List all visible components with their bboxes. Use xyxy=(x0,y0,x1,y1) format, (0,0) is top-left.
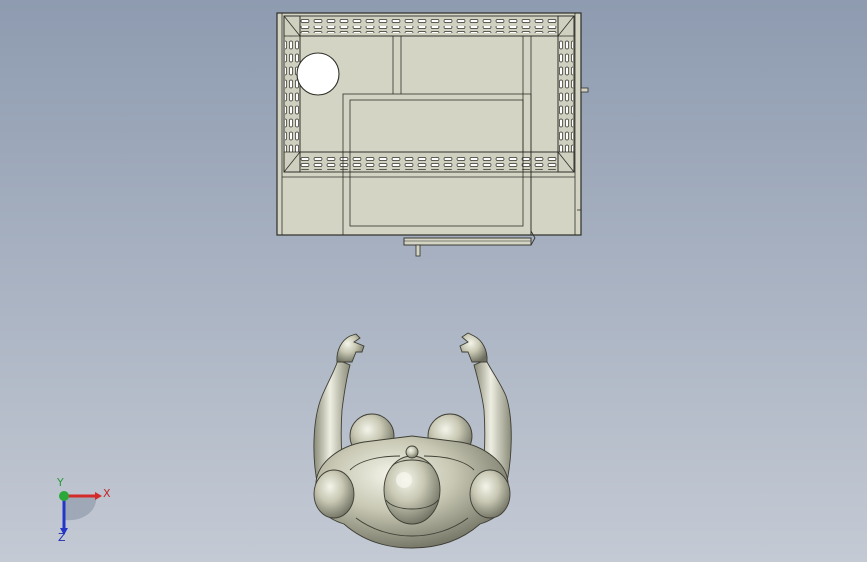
y-axis-dot xyxy=(59,491,69,501)
reference-triad: X Y Z xyxy=(40,476,120,556)
y-axis-label: Y xyxy=(57,476,64,489)
round-port xyxy=(296,52,340,96)
head-top xyxy=(405,445,419,459)
enclosure-body xyxy=(276,12,582,236)
frame-left-slots xyxy=(285,36,292,152)
z-axis-label: Z xyxy=(58,531,66,544)
frame-top-slots xyxy=(296,26,566,33)
side-pin xyxy=(580,87,589,93)
enclosure-top-view[interactable] xyxy=(276,12,589,257)
frame-right-slots xyxy=(566,40,573,152)
frame-bottom-slots xyxy=(296,163,566,170)
left-hand xyxy=(336,333,365,363)
triad-shadow xyxy=(64,496,97,521)
frame-top-slots xyxy=(296,17,566,24)
model-view[interactable] xyxy=(0,0,867,562)
frame-left-slots xyxy=(292,40,299,152)
head-highlight xyxy=(396,472,412,488)
frame-bottom-slots xyxy=(296,155,566,162)
bottom-pin xyxy=(415,244,421,257)
right-shoulder xyxy=(469,469,511,519)
right-hand xyxy=(459,332,488,363)
graphics-viewport[interactable]: X Y Z xyxy=(0,0,867,562)
bottom-bracket xyxy=(403,237,532,246)
left-shoulder xyxy=(313,469,355,519)
x-axis-arrowhead xyxy=(95,492,102,500)
frame-right-slots xyxy=(559,36,566,152)
mannequin-top-view[interactable] xyxy=(313,332,512,549)
x-axis-label: X xyxy=(103,487,111,500)
